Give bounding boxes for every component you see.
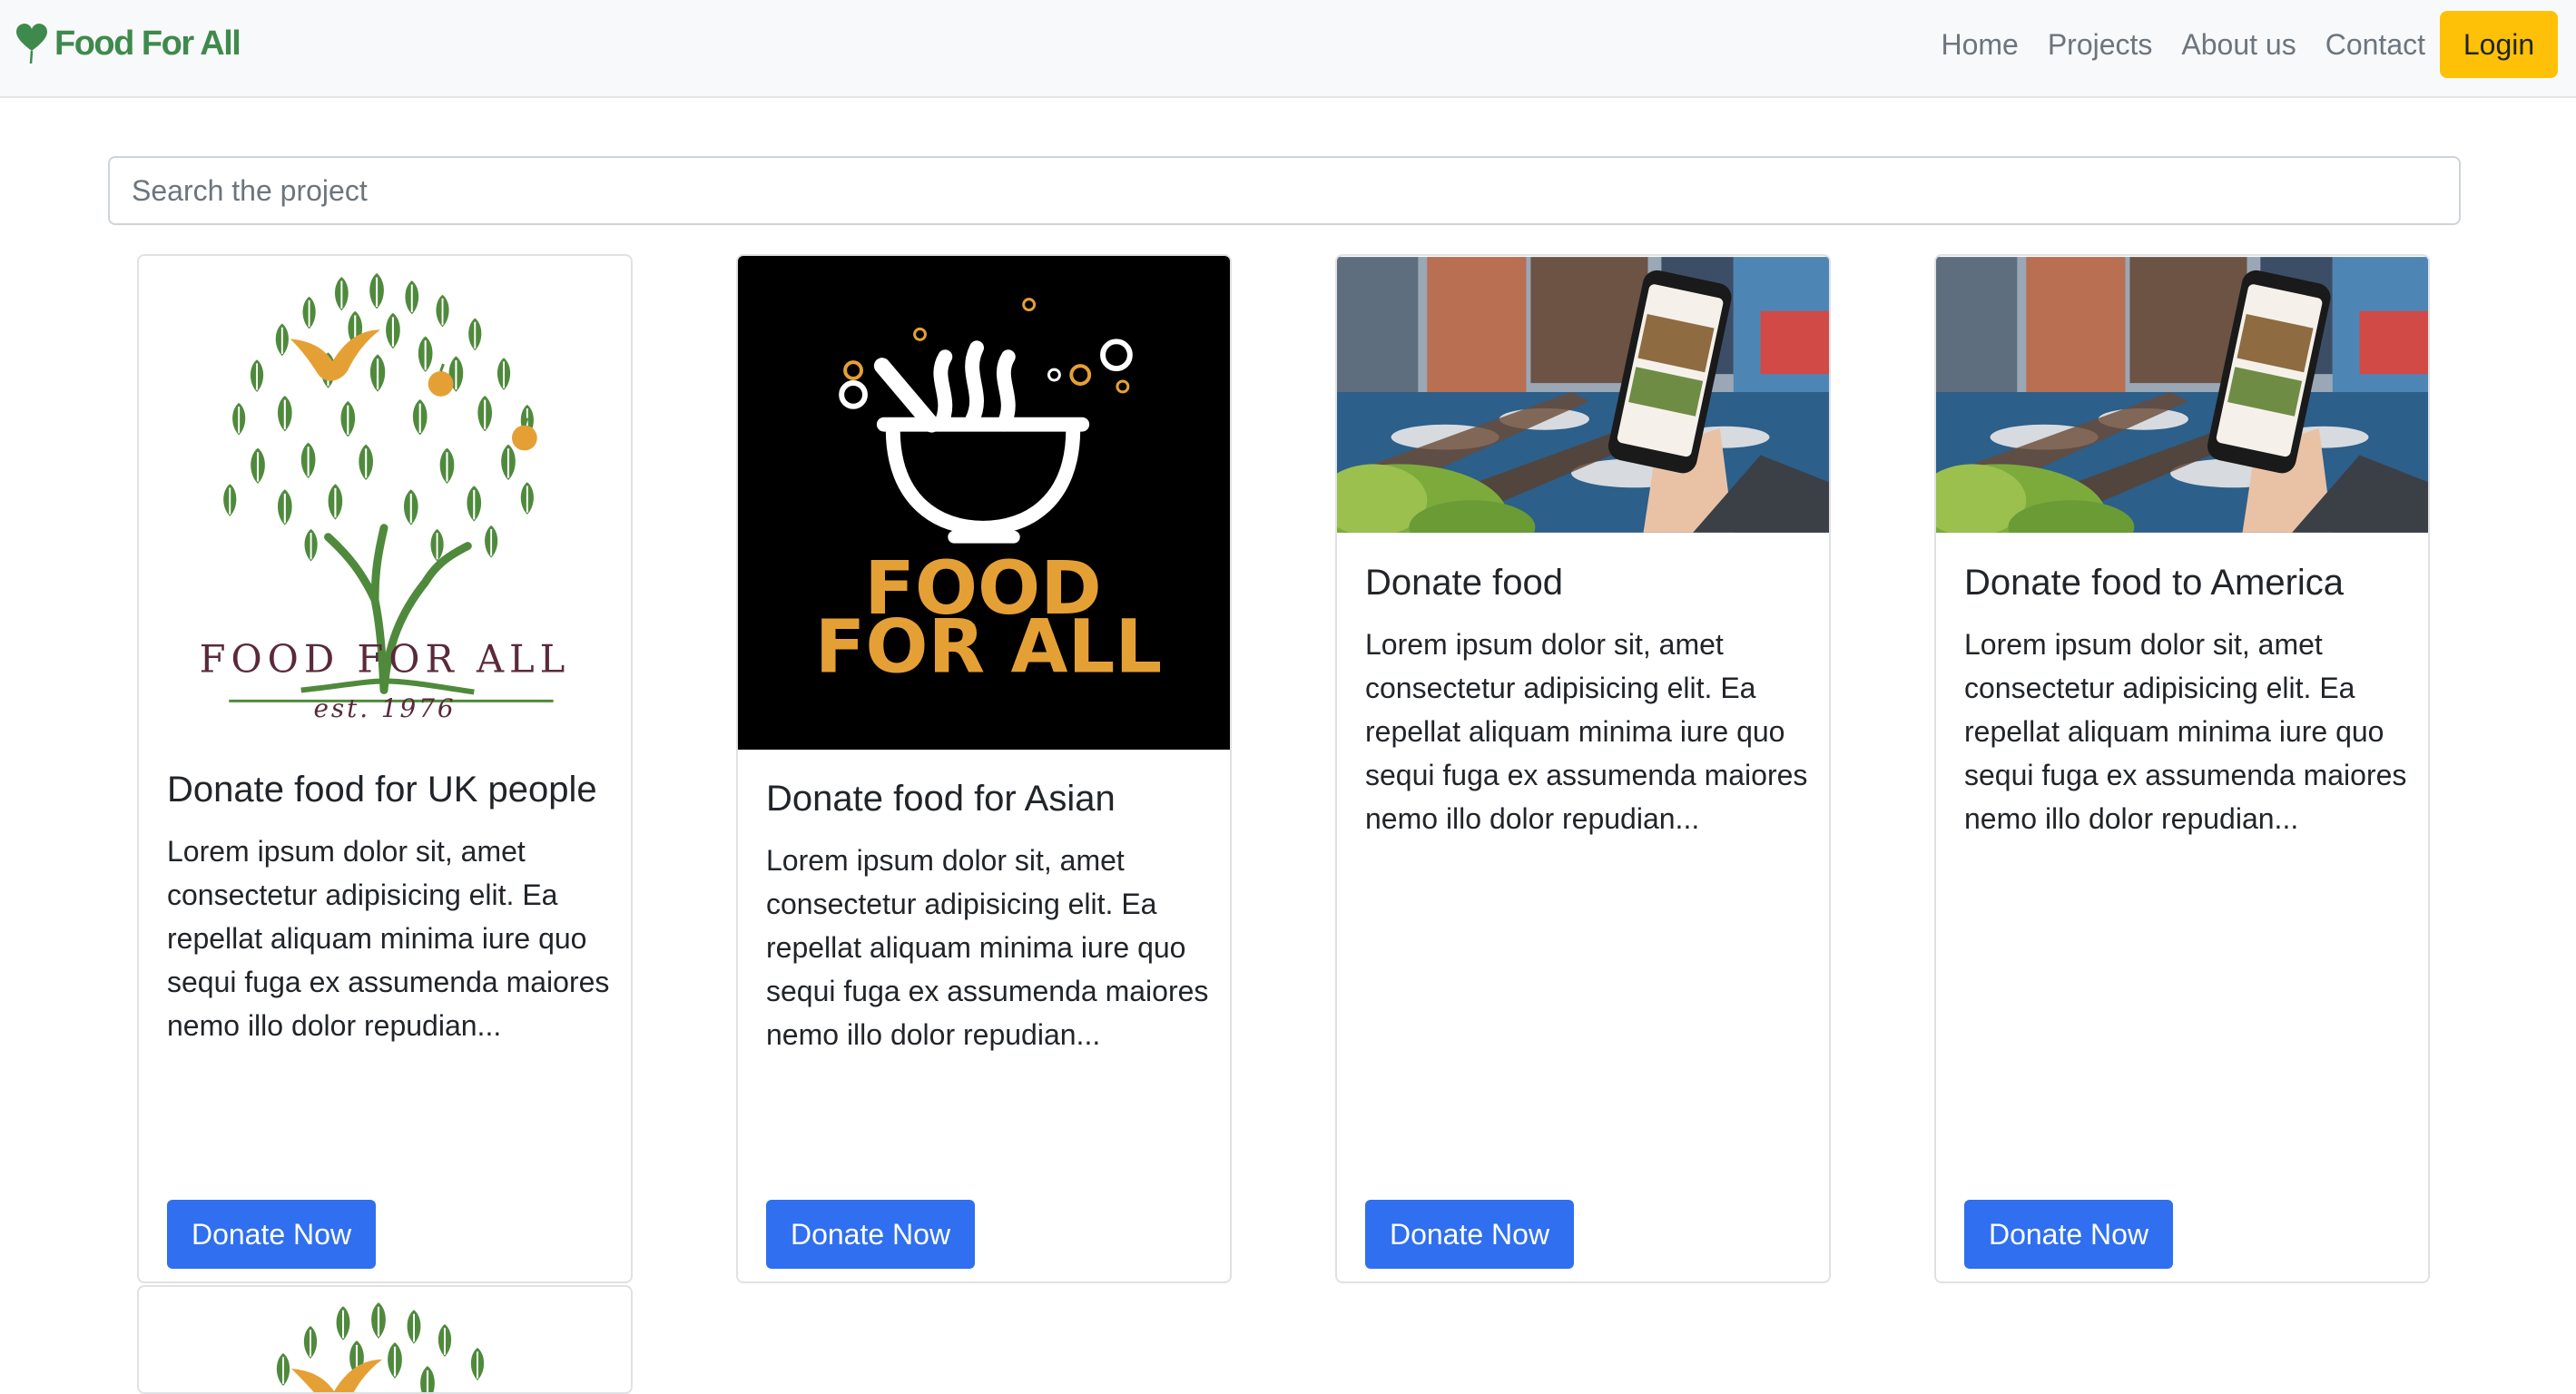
food-for-all-bowl-logo: FOOD FOR ALL [738, 256, 1230, 750]
nav-links: Home Projects About us Contact Login [1941, 11, 2558, 78]
search-input[interactable] [108, 156, 2461, 225]
brand-name: Food For All [54, 24, 241, 63]
brand-link[interactable]: Food For All [16, 24, 241, 64]
card-text: Lorem ipsum dolor sit, amet consectetur … [1365, 628, 1808, 835]
card-title: Donate food for Asian [766, 779, 1116, 819]
card-title: Donate food for UK people [167, 770, 597, 810]
project-card: FOOD FOR ALL est. 1976 Donate food for U… [137, 254, 633, 1283]
nav-link-home[interactable]: Home [1941, 28, 2018, 62]
card-text: Lorem ipsum dolor sit, amet consectetur … [1964, 628, 2407, 835]
card-title: Donate food [1365, 563, 1563, 603]
donate-now-button[interactable]: Donate Now [167, 1200, 376, 1269]
nav-link-contact[interactable]: Contact [2325, 28, 2425, 62]
bowl-logo-line2: FOR ALL [815, 604, 1162, 691]
phone-in-cafe-photo [1936, 256, 2428, 534]
navbar: Food For All Home Projects About us Cont… [0, 0, 2576, 98]
card-title: Donate food to America [1964, 563, 2345, 603]
card-text: Lorem ipsum dolor sit, amet consectetur … [167, 835, 610, 1042]
heart-balloon-icon [16, 24, 47, 64]
tree-logo-established: est. 1976 [313, 693, 456, 723]
project-card-partial [137, 1285, 633, 1394]
food-for-all-tree-logo [275, 1301, 486, 1392]
phone-in-cafe-photo [1337, 256, 1829, 534]
tree-logo-title: FOOD FOR ALL [200, 637, 571, 682]
food-for-all-tree-logo: FOOD FOR ALL est. 1976 [139, 256, 631, 746]
nav-link-projects[interactable]: Projects [2048, 28, 2153, 62]
project-card: FOOD FOR ALL Donate food for Asian Lorem… [736, 254, 1232, 1283]
project-card: Donate food Lorem ipsum dolor sit, amet … [1335, 254, 1831, 1283]
project-card: Donate food to America Lorem ipsum dolor… [1934, 254, 2430, 1283]
donate-now-button[interactable]: Donate Now [766, 1200, 975, 1269]
card-text: Lorem ipsum dolor sit, amet consectetur … [766, 844, 1209, 1051]
login-button[interactable]: Login [2440, 11, 2558, 78]
donate-now-button[interactable]: Donate Now [1964, 1200, 2173, 1269]
donate-now-button[interactable]: Donate Now [1365, 1200, 1574, 1269]
nav-link-about-us[interactable]: About us [2181, 28, 2296, 62]
